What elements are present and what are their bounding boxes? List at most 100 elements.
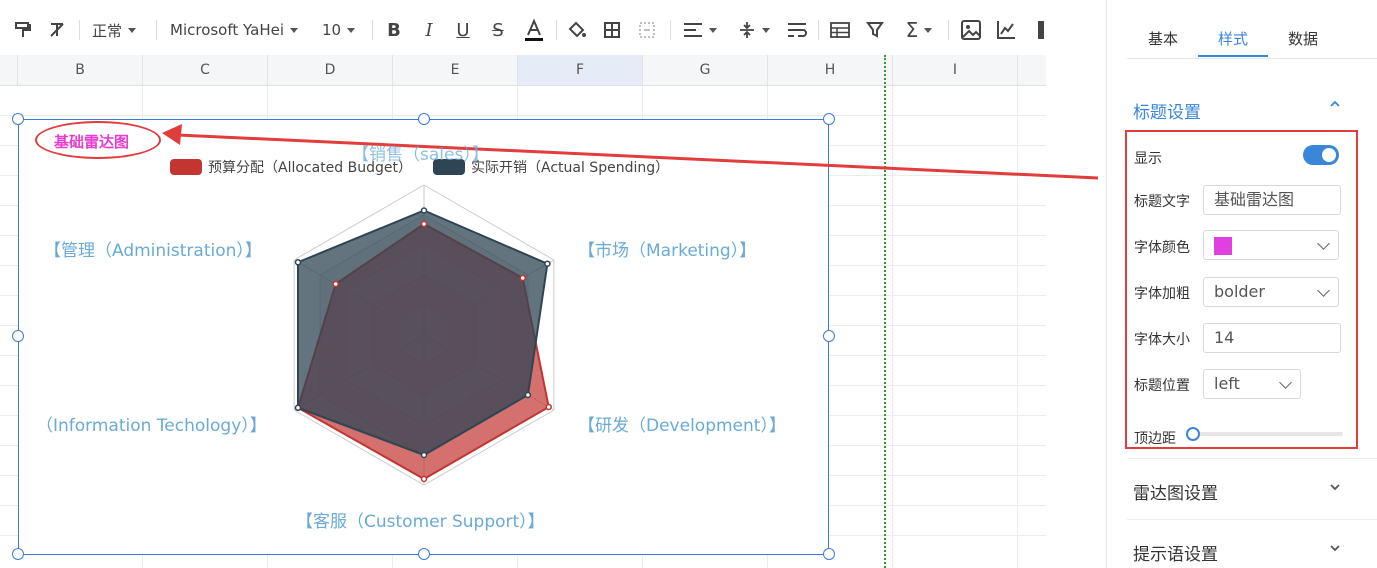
sum-icon[interactable]: Σ [900, 17, 938, 43]
color-swatch [1214, 237, 1232, 255]
column-header-cell[interactable]: C [143, 55, 268, 85]
tab-data[interactable]: 数据 [1288, 28, 1318, 49]
italic-icon[interactable]: I [420, 17, 438, 43]
column-header-cell[interactable]: B [18, 55, 143, 85]
axis-label-it: 【（Information Techology）】 [28, 411, 267, 436]
font-color-label: 字体颜色 [1134, 240, 1190, 256]
toolbar-divider [156, 20, 157, 40]
resize-handle[interactable] [823, 330, 835, 342]
axis-label-it-prefix: 【 [28, 411, 36, 436]
font-size-input[interactable]: 14 [1203, 323, 1341, 353]
resize-handle[interactable] [418, 548, 430, 560]
axis-label-sales: 【销售（sales）】 [352, 145, 489, 165]
column-header: B C D E F G H I [0, 55, 1046, 86]
column-header-cell[interactable]: E [393, 55, 518, 85]
table-icon[interactable] [829, 17, 851, 43]
title-text-input[interactable]: 基础雷达图 [1203, 185, 1341, 215]
strikethrough-icon[interactable]: S [489, 17, 507, 43]
chart-title[interactable]: 基础雷达图 [54, 131, 129, 152]
resize-handle[interactable] [823, 113, 835, 125]
axis-label-development: 【研发（Development）】 [578, 416, 786, 436]
resize-handle[interactable] [12, 330, 24, 342]
axis-label-support: 【客服（Customer Support）】 [296, 512, 545, 532]
resize-handle[interactable] [418, 113, 430, 125]
font-weight-value: bolder [1214, 282, 1265, 301]
resize-handle[interactable] [823, 548, 835, 560]
show-label: 显示 [1134, 151, 1162, 167]
bold-icon[interactable]: B [385, 17, 403, 43]
toolbar-divider [372, 20, 373, 40]
section-title-settings[interactable]: 标题设置 [1133, 98, 1201, 123]
top-margin-label: 顶边距 [1134, 431, 1176, 447]
section-divider [1127, 519, 1377, 520]
resize-handle[interactable] [12, 548, 24, 560]
toolbar: 正常 Microsoft YaHei 10 B I U S Σ [0, 0, 1046, 56]
toolbar-divider [556, 20, 557, 40]
align-icon[interactable] [682, 17, 718, 43]
section-divider [1127, 458, 1377, 459]
border-icon[interactable] [601, 17, 623, 43]
toolbar-divider [670, 20, 671, 40]
chevron-down-icon [1279, 376, 1292, 389]
section-title-radar[interactable]: 雷达图设置 [1133, 479, 1218, 504]
title-position-select[interactable]: left [1203, 369, 1301, 399]
chevron-down-icon [1317, 284, 1330, 297]
fill-color-icon[interactable] [566, 17, 588, 43]
page-break-line [884, 55, 886, 568]
column-header-corner [0, 55, 18, 85]
style-select-value: 正常 [92, 21, 123, 40]
chevron-down-icon [1317, 237, 1330, 250]
size-select[interactable]: 10 [322, 17, 356, 43]
title-position-label: 标题位置 [1134, 378, 1190, 394]
axis-label-marketing: 【市场（Marketing）】 [578, 241, 757, 261]
title-text-label: 标题文字 [1134, 194, 1190, 210]
clear-format-icon[interactable] [46, 17, 68, 43]
chevron-down-icon [347, 27, 356, 33]
filter-icon[interactable] [864, 17, 886, 43]
column-header-cell[interactable]: D [268, 55, 393, 85]
more-icon[interactable] [1036, 17, 1046, 43]
font-color-icon[interactable] [522, 17, 546, 43]
font-select-value: Microsoft YaHei [170, 21, 284, 39]
underline-icon[interactable]: U [454, 17, 472, 43]
font-select[interactable]: Microsoft YaHei [170, 17, 298, 43]
chevron-down-icon [762, 27, 770, 33]
chevron-up-icon[interactable] [1329, 98, 1341, 114]
style-select[interactable]: 正常 [92, 17, 137, 43]
chevron-down-icon [290, 27, 298, 33]
font-color-select[interactable] [1203, 230, 1339, 260]
chevron-down-icon [709, 27, 717, 33]
chart-icon[interactable] [994, 17, 1018, 43]
font-weight-label: 字体加粗 [1134, 286, 1190, 302]
chart-container[interactable] [18, 119, 829, 555]
column-header-cell[interactable]: H [768, 55, 893, 85]
chevron-down-icon [128, 27, 137, 33]
merge-cells-icon[interactable] [636, 17, 658, 43]
chevron-down-icon[interactable] [1329, 542, 1341, 558]
top-margin-slider-handle[interactable] [1186, 427, 1200, 441]
resize-handle[interactable] [12, 113, 24, 125]
column-header-cell[interactable]: G [643, 55, 768, 85]
show-toggle[interactable] [1303, 145, 1339, 165]
section-title-tooltip[interactable]: 提示语设置 [1133, 540, 1218, 565]
axis-label-admin: 【管理（Administration）】 [44, 241, 262, 261]
active-tab-indicator [1198, 55, 1268, 57]
tab-style[interactable]: 样式 [1218, 28, 1248, 49]
size-select-value: 10 [322, 21, 342, 39]
wrap-text-icon[interactable] [786, 17, 808, 43]
format-painter-icon[interactable] [12, 17, 34, 43]
tab-divider [1127, 58, 1377, 59]
font-size-label: 字体大小 [1134, 332, 1190, 348]
title-position-value: left [1214, 374, 1240, 393]
column-header-cell[interactable]: F [518, 55, 643, 85]
font-weight-select[interactable]: bolder [1203, 277, 1339, 307]
tab-basic[interactable]: 基本 [1148, 28, 1178, 49]
image-icon[interactable] [959, 17, 983, 43]
column-header-cell[interactable]: I [893, 55, 1018, 85]
chevron-down-icon[interactable] [1329, 481, 1341, 497]
toolbar-divider [79, 20, 80, 40]
top-margin-slider-track[interactable] [1193, 432, 1343, 436]
legend-swatch [170, 159, 202, 175]
vertical-align-icon[interactable] [736, 17, 772, 43]
axis-label-it-text: （Information Techology）】 [36, 416, 267, 436]
